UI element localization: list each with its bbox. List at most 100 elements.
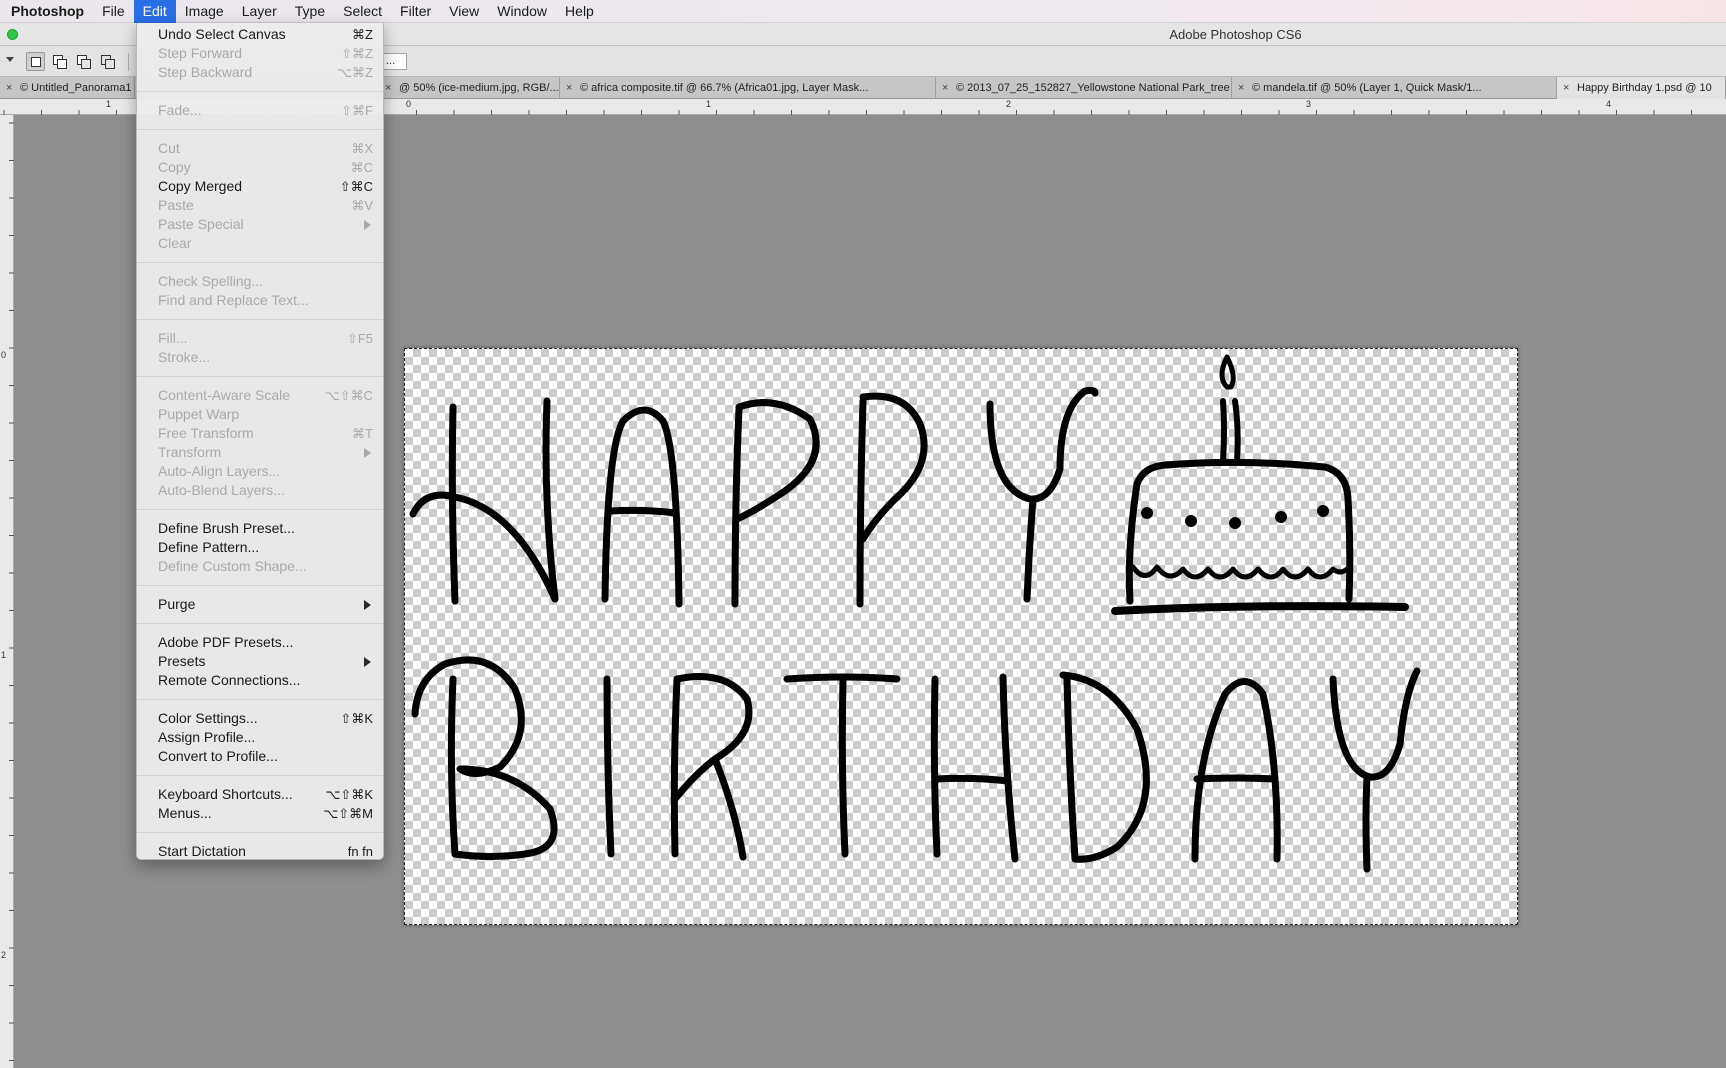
menu-item-shortcut: ⌘V [351, 198, 373, 213]
menu-item-paste-special[interactable]: Paste Special [137, 215, 383, 234]
tab-label: © 2013_07_25_152827_Yellowstone National… [956, 82, 1231, 94]
document-canvas[interactable] [404, 348, 1518, 925]
menu-item-label: Remote Connections... [158, 672, 301, 688]
menu-item-find-and-replace-text[interactable]: Find and Replace Text... [137, 291, 383, 310]
menu-item-label: Step Backward [158, 64, 253, 80]
menu-item-define-pattern[interactable]: Define Pattern... [137, 538, 383, 557]
menu-item-step-forward[interactable]: Step Forward ⇧⌘Z [137, 44, 383, 63]
menu-item-shortcut: ⌥⇧⌘K [325, 787, 373, 802]
menu-select[interactable]: Select [334, 0, 391, 23]
menu-item-check-spelling[interactable]: Check Spelling... [137, 272, 383, 291]
menu-view[interactable]: View [440, 0, 488, 23]
options-field[interactable]: ... [383, 53, 407, 70]
menu-item-label: Cut [158, 140, 180, 156]
menu-bar: Photoshop File Edit Image Layer Type Select Fil… [0, 0, 1726, 23]
new-selection-mode-button[interactable] [26, 52, 45, 71]
close-tab-icon[interactable]: × [1238, 77, 1252, 99]
menu-item-label: Step Forward [158, 45, 243, 61]
tool-preset-chevron-icon[interactable] [6, 57, 14, 62]
subtract-selection-mode-button[interactable] [74, 52, 93, 71]
menu-separator [137, 82, 383, 101]
tab-label: Happy Birthday 1.psd @ 10 [1577, 82, 1712, 94]
menu-item-shortcut: ⌥⇧⌘M [323, 806, 373, 821]
menu-item-transform[interactable]: Transform [137, 443, 383, 462]
menu-item-label: Color Settings... [158, 710, 258, 726]
menu-separator [137, 576, 383, 595]
close-tab-icon[interactable]: × [942, 77, 956, 99]
document-tab[interactable]: × © Untitled_Panorama1 [0, 77, 135, 99]
menu-item-shortcut: ⇧⌘F [341, 103, 373, 118]
menu-separator [137, 310, 383, 329]
menu-item-purge[interactable]: Purge [137, 595, 383, 614]
menu-filter[interactable]: Filter [391, 0, 440, 23]
menu-item-label: Assign Profile... [158, 729, 256, 745]
menu-item-auto-blend-layers[interactable]: Auto-Blend Layers... [137, 481, 383, 500]
menu-item-shortcut: ⌥⌘Z [337, 65, 373, 80]
submenu-arrow-icon [364, 448, 371, 458]
menu-item-menus[interactable]: Menus... ⌥⇧⌘M [137, 804, 383, 823]
document-tab[interactable]: × Happy Birthday 1.psd @ 10 [1557, 77, 1726, 99]
menu-item-color-settings[interactable]: Color Settings... ⇧⌘K [137, 709, 383, 728]
menu-item-label: Stroke... [158, 349, 211, 365]
menu-item-paste[interactable]: Paste ⌘V [137, 196, 383, 215]
menu-separator [137, 500, 383, 519]
menu-item-define-brush-preset[interactable]: Define Brush Preset... [137, 519, 383, 538]
menu-item-define-custom-shape[interactable]: Define Custom Shape... [137, 557, 383, 576]
menu-item-puppet-warp[interactable]: Puppet Warp [137, 405, 383, 424]
intersect-selection-mode-button[interactable] [98, 52, 117, 71]
menu-layer[interactable]: Layer [233, 0, 286, 23]
document-tab[interactable]: × © africa composite.tif @ 66.7% (Africa0… [560, 77, 936, 99]
tab-label: © Untitled_Panorama1 [20, 82, 132, 94]
tab-label: © mandela.tif @ 50% (Layer 1, Quick Mask… [1252, 82, 1482, 94]
menu-edit[interactable]: Edit [133, 0, 176, 23]
menu-separator [137, 614, 383, 633]
menu-item-step-backward[interactable]: Step Backward ⌥⌘Z [137, 63, 383, 82]
menu-item-copy-merged[interactable]: Copy Merged ⇧⌘C [137, 177, 383, 196]
menu-item-stroke[interactable]: Stroke... [137, 348, 383, 367]
add-selection-mode-button[interactable] [50, 52, 69, 71]
menu-item-shortcut: ⌘C [350, 160, 373, 175]
menu-item-clear[interactable]: Clear [137, 234, 383, 253]
menu-help[interactable]: Help [556, 0, 603, 23]
menu-item-adobe-pdf-presets[interactable]: Adobe PDF Presets... [137, 633, 383, 652]
menu-item-label: Content-Aware Scale [158, 387, 291, 403]
menu-file[interactable]: File [93, 0, 134, 23]
menu-item-copy[interactable]: Copy ⌘C [137, 158, 383, 177]
menu-item-start-dictation[interactable]: Start Dictation fn fn [137, 842, 383, 861]
menu-item-shortcut: ⇧⌘Z [341, 46, 373, 61]
menu-item-fill[interactable]: Fill... ⇧F5 [137, 329, 383, 348]
close-tab-icon[interactable]: × [566, 77, 580, 99]
menu-item-label: Define Pattern... [158, 539, 260, 555]
tab-label: © africa composite.tif @ 66.7% (Africa01… [580, 82, 869, 94]
menu-item-cut[interactable]: Cut ⌘X [137, 139, 383, 158]
options-separator [128, 53, 129, 71]
menu-item-label: Clear [158, 235, 192, 251]
menu-item-free-transform[interactable]: Free Transform ⌘T [137, 424, 383, 443]
menu-app-photoshop[interactable]: Photoshop [0, 0, 93, 23]
menu-item-auto-align-layers[interactable]: Auto-Align Layers... [137, 462, 383, 481]
vertical-ruler[interactable]: 0 1 2 [0, 115, 14, 1068]
submenu-arrow-icon [364, 220, 371, 230]
document-tab[interactable]: × © mandela.tif @ 50% (Layer 1, Quick Mas… [1232, 77, 1557, 99]
menu-item-remote-connections[interactable]: Remote Connections... [137, 671, 383, 690]
menu-item-shortcut: ⌘Z [352, 27, 373, 42]
menu-item-keyboard-shortcuts[interactable]: Keyboard Shortcuts... ⌥⇧⌘K [137, 785, 383, 804]
menu-separator [137, 367, 383, 386]
menu-item-fade[interactable]: Fade... ⇧⌘F [137, 101, 383, 120]
menu-item-convert-to-profile[interactable]: Convert to Profile... [137, 747, 383, 766]
document-tab[interactable]: × © 2013_07_25_152827_Yellowstone Nationa… [936, 77, 1232, 99]
menu-image[interactable]: Image [176, 0, 233, 23]
submenu-arrow-icon [364, 657, 371, 667]
menu-item-content-aware-scale[interactable]: Content-Aware Scale ⌥⇧⌘C [137, 386, 383, 405]
menu-item-shortcut: ⇧F5 [346, 331, 373, 346]
close-tab-icon[interactable]: × [385, 77, 399, 99]
menu-item-shortcut: ⇧⌘K [340, 711, 373, 726]
menu-item-label: Auto-Align Layers... [158, 463, 281, 479]
close-tab-icon[interactable]: × [1563, 77, 1577, 99]
close-tab-icon[interactable]: × [6, 77, 20, 99]
menu-item-assign-profile[interactable]: Assign Profile... [137, 728, 383, 747]
menu-window[interactable]: Window [488, 0, 556, 23]
menu-item-presets[interactable]: Presets [137, 652, 383, 671]
menu-type[interactable]: Type [286, 0, 334, 23]
menu-item-undo-select-canvas[interactable]: Undo Select Canvas ⌘Z [137, 25, 383, 44]
